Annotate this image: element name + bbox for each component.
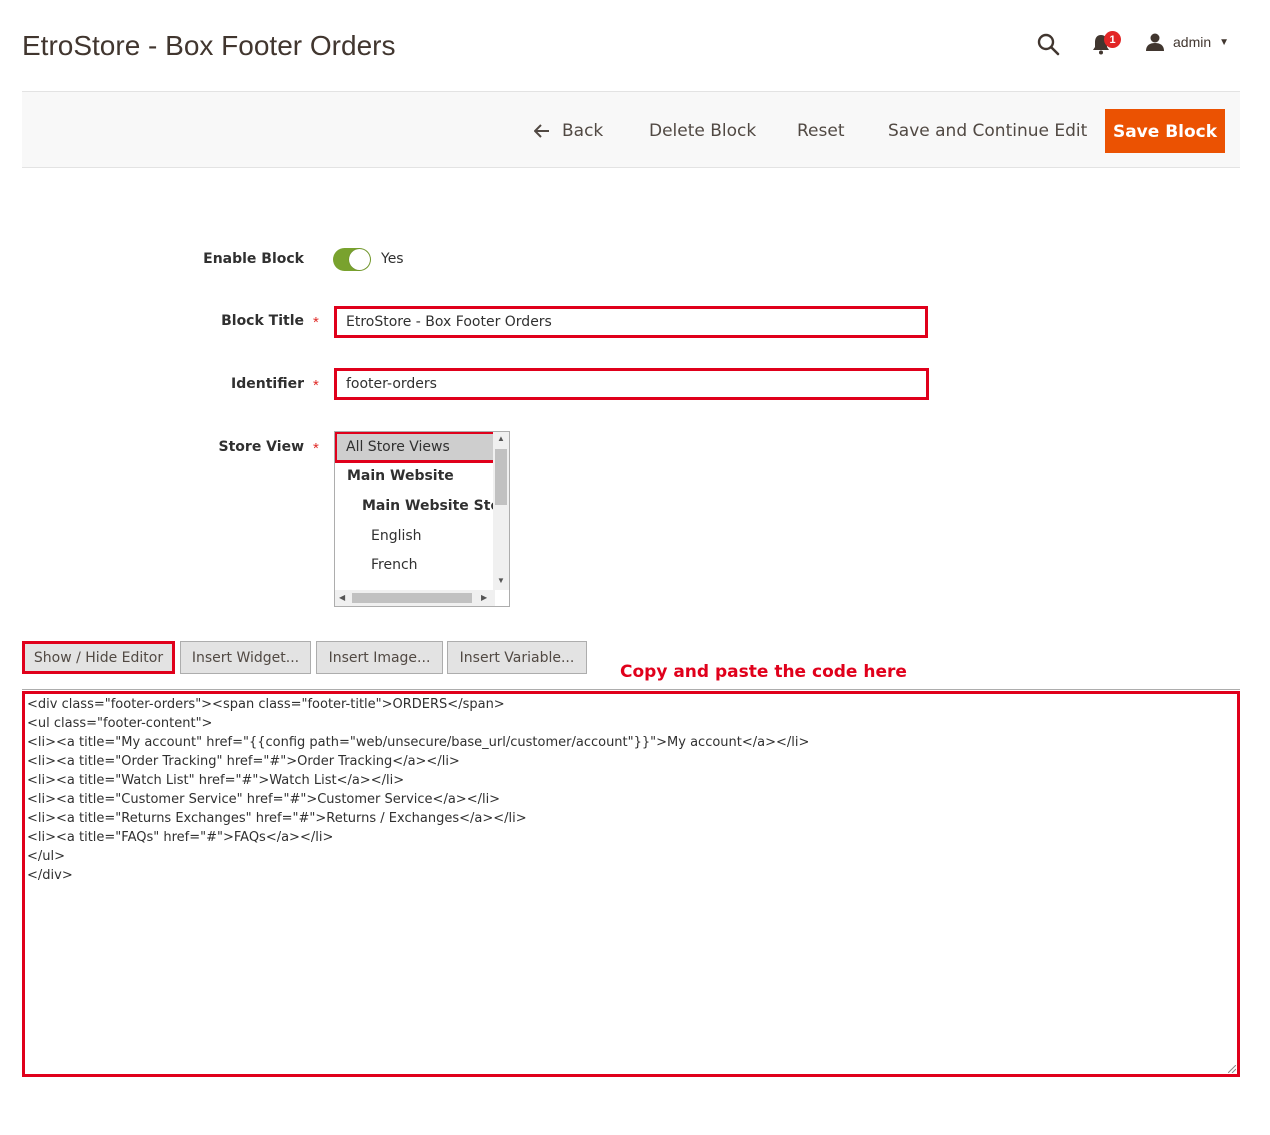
identifier-input[interactable] <box>334 368 929 400</box>
user-name: admin <box>1173 34 1212 50</box>
code-line: <ul class="footer-content"> <box>27 716 213 731</box>
required-marker: * <box>313 440 319 457</box>
insert-widget-button[interactable]: Insert Widget... <box>180 641 311 674</box>
search-icon[interactable] <box>1036 32 1060 56</box>
code-line: <div class="footer-orders"><span class="… <box>27 697 505 712</box>
code-line: </ul> <box>27 849 66 864</box>
store-option-main-website-store[interactable]: Main Website Store <box>362 498 509 514</box>
scroll-down-icon[interactable]: ▼ <box>497 576 505 585</box>
store-option-all[interactable]: All Store Views <box>335 432 509 463</box>
block-title-label: Block Title <box>221 313 304 329</box>
reset-button[interactable]: Reset <box>797 109 845 153</box>
back-button[interactable]: Back <box>534 109 603 153</box>
scroll-left-icon[interactable]: ◀ <box>339 593 345 602</box>
page-actions-bar: Back Delete Block Reset Save and Continu… <box>22 91 1240 168</box>
code-line: </div> <box>27 868 73 883</box>
store-view-multiselect[interactable]: All Store Views Main Website Main Websit… <box>334 431 510 607</box>
page-title: EtroStore - Box Footer Orders <box>22 30 396 61</box>
enable-block-label: Enable Block <box>203 251 304 267</box>
required-marker: * <box>313 314 319 331</box>
scroll-up-icon[interactable]: ▲ <box>497 434 505 443</box>
resize-grip-icon[interactable] <box>1228 1065 1236 1073</box>
store-option-english[interactable]: English <box>371 528 422 544</box>
instruction-annotation: Copy and paste the code here <box>620 662 907 682</box>
user-menu[interactable]: admin ▼ <box>1145 32 1229 52</box>
identifier-label: Identifier <box>231 376 304 392</box>
divider <box>22 689 1240 690</box>
toggle-knob <box>349 249 370 270</box>
caret-down-icon: ▼ <box>1219 36 1230 48</box>
store-option-main-website[interactable]: Main Website <box>347 468 454 484</box>
store-view-label: Store View <box>218 439 304 455</box>
code-line: <li><a title="My account" href="{{config… <box>27 735 810 750</box>
required-marker: * <box>313 377 319 394</box>
enable-block-value: Yes <box>381 251 404 267</box>
code-line: <li><a title="Order Tracking" href="#">O… <box>27 754 460 769</box>
content-textarea[interactable]: <div class="footer-orders"><span class="… <box>22 691 1240 1077</box>
back-label: Back <box>562 121 604 141</box>
scrollbar-thumb[interactable] <box>495 449 507 505</box>
user-icon <box>1146 33 1164 51</box>
insert-image-button[interactable]: Insert Image... <box>316 641 443 674</box>
delete-block-button[interactable]: Delete Block <box>649 109 756 153</box>
code-line: <li><a title="Watch List" href="#">Watch… <box>27 773 405 788</box>
block-title-input[interactable] <box>334 306 928 338</box>
code-line: <li><a title="Returns Exchanges" href="#… <box>27 811 527 826</box>
store-option-french[interactable]: French <box>371 557 418 573</box>
save-block-button[interactable]: Save Block <box>1105 109 1225 153</box>
show-hide-editor-button[interactable]: Show / Hide Editor <box>22 641 175 674</box>
scrollbar-thumb[interactable] <box>352 593 472 603</box>
code-line: <li><a title="Customer Service" href="#"… <box>27 792 501 807</box>
enable-block-toggle[interactable] <box>333 248 371 271</box>
scroll-right-icon[interactable]: ▶ <box>481 593 487 602</box>
insert-variable-button[interactable]: Insert Variable... <box>447 641 587 674</box>
horizontal-scrollbar[interactable]: ◀ ▶ <box>335 590 495 606</box>
arrow-left-icon <box>534 124 549 138</box>
vertical-scrollbar[interactable]: ▲ ▼ <box>493 432 509 590</box>
notification-count-badge[interactable]: 1 <box>1104 31 1121 48</box>
save-and-continue-button[interactable]: Save and Continue Edit <box>888 109 1087 153</box>
code-line: <li><a title="FAQs" href="#">FAQs</a></l… <box>27 830 334 845</box>
